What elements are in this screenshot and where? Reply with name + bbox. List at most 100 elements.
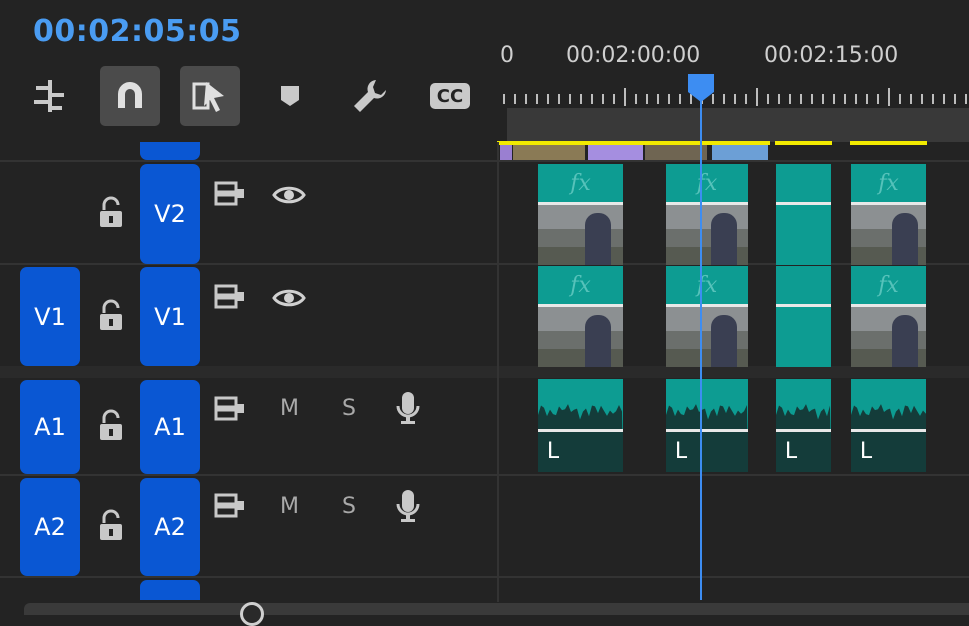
a2-source-button[interactable]: A2 [20,478,80,576]
playhead-line[interactable] [700,80,702,600]
a2-mute-button[interactable]: M [280,494,299,519]
a1-mute-button[interactable]: M [280,396,299,421]
v1-video-clip[interactable]: fx [538,266,623,367]
header-divider [497,142,499,602]
audio-volume-line[interactable] [851,429,926,432]
a2-sync-lock-button[interactable] [214,492,246,524]
a2-voiceover-record-button[interactable] [396,488,420,528]
a1-audio-clip[interactable]: L [776,379,831,472]
add-marker-icon [281,86,299,106]
linked-selection-icon [192,82,224,112]
nest-sequence-button[interactable] [20,66,80,126]
clip-effects-bar[interactable] [776,266,831,304]
linked-selection-button[interactable] [180,66,240,126]
v2-video-clip[interactable]: fx [538,164,623,265]
add-marker-button[interactable] [260,66,320,126]
a2-solo-button[interactable]: S [342,494,356,519]
v1-target-button[interactable]: V1 [140,267,200,366]
a2-lock-button[interactable] [96,509,126,547]
v1-video-clip[interactable] [776,266,831,367]
audio-channel-label: L [670,437,692,465]
a1-source-button[interactable]: A1 [20,380,80,474]
clip-effects-bar[interactable]: fx [851,266,926,304]
v1-toggle-output-button[interactable] [272,287,306,313]
sync-lock-icon [214,181,244,206]
clip-effects-bar[interactable]: fx [538,164,623,202]
v3-clip-fragment[interactable] [712,145,768,160]
a2-source-label: A2 [34,513,66,541]
unlock-icon [100,409,122,440]
track-separator [0,160,969,162]
captions-icon: CC [430,83,470,109]
clip-effects-bar[interactable]: fx [666,164,748,202]
microphone-icon [396,392,420,424]
v1-lock-button[interactable] [96,299,126,337]
unlock-icon [100,509,122,540]
audio-volume-line[interactable] [538,429,623,432]
audio-volume-line[interactable] [776,429,831,432]
person-thumbnail-figure [584,213,611,265]
v2-target-button[interactable]: V2 [140,164,200,264]
wrench-settings-icon [354,80,386,112]
v1-sync-lock-button[interactable] [214,283,246,315]
audio-channel-label: L [542,437,564,465]
audio-volume-line[interactable] [666,429,748,432]
v1-source-label: V1 [34,302,66,331]
v2-sync-lock-button[interactable] [214,180,246,212]
playhead-timecode[interactable]: 00:02:05:05 [33,14,241,49]
v1-source-button[interactable]: V1 [20,267,80,366]
clip-thumbnail [851,205,926,265]
v3-clip-thumbnail[interactable] [645,145,707,160]
a1-lock-button[interactable] [96,409,126,447]
v2-toggle-output-button[interactable] [272,184,306,210]
zoom-scroll-handle[interactable] [240,602,264,626]
unlock-icon [100,196,122,227]
v2-video-clip[interactable] [776,164,831,265]
sync-lock-icon [214,493,244,518]
person-thumbnail-figure [892,213,919,265]
clip-effects-bar[interactable] [776,164,831,202]
fx-badge: fx [570,170,591,196]
horizontal-zoom-scrollbar[interactable] [24,603,969,615]
track-separator [0,474,969,476]
clip-effects-bar[interactable]: fx [851,164,926,202]
render-bar-segment [850,141,927,145]
v2-video-clip[interactable]: fx [666,164,748,265]
a1-voiceover-record-button[interactable] [396,390,420,430]
person-thumbnail-figure [711,213,738,265]
sync-lock-icon [214,284,244,309]
v1-video-clip[interactable]: fx [851,266,926,367]
clip-thumbnail [666,205,748,265]
clip-thumbnail [538,307,623,367]
a1-sync-lock-button[interactable] [214,395,246,427]
v2-target-label: V2 [154,200,186,228]
a2-target-button[interactable]: A2 [140,478,200,576]
v3-clip-fragment[interactable] [500,145,512,160]
a1-audio-clip[interactable]: L [666,379,748,472]
render-bar-segment [775,141,832,145]
work-area-bar[interactable] [507,108,969,142]
a1-audio-clip[interactable]: L [538,379,623,472]
clip-effects-bar[interactable]: fx [666,266,748,304]
a3-target-button[interactable] [140,580,200,600]
a1-solo-button[interactable]: S [342,396,356,421]
a1-target-button[interactable]: A1 [140,380,200,474]
audio-channel-label: L [780,437,802,465]
v3-clip-thumbnail[interactable] [513,145,585,160]
playhead-handle[interactable] [686,72,716,108]
a2-target-label: A2 [154,513,186,541]
v3-clip-fragment[interactable] [588,145,643,160]
clip-effects-bar[interactable]: fx [538,266,623,304]
v2-lock-button[interactable] [96,196,126,234]
v3-target-button[interactable] [140,142,200,160]
snap-button[interactable] [100,66,160,126]
time-ruler[interactable] [503,86,969,106]
a1-audio-clip[interactable]: L [851,379,926,472]
captions-button[interactable]: CC [420,66,480,126]
v1-video-clip[interactable]: fx [666,266,748,367]
clip-body [776,205,831,265]
v2-video-clip[interactable]: fx [851,164,926,265]
clip-thumbnail [666,307,748,367]
snap-magnet-icon [118,82,142,108]
timeline-settings-button[interactable] [340,66,400,126]
